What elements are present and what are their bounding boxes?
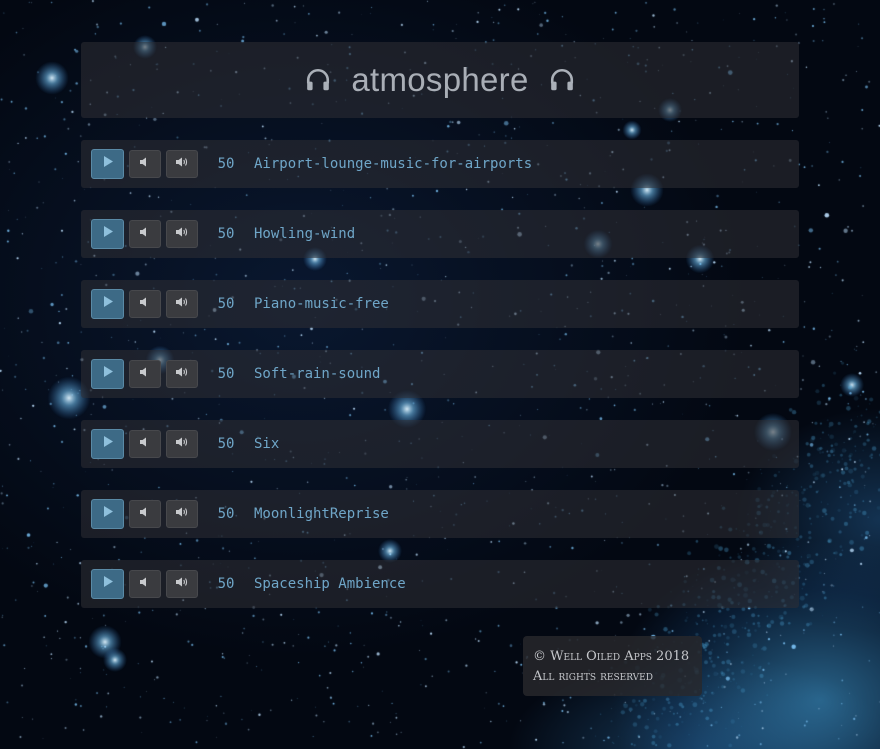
track-row: 50 Howling-wind <box>81 210 799 258</box>
volume-down-button[interactable] <box>129 430 161 458</box>
volume-up-button[interactable] <box>166 500 198 528</box>
volume-up-button[interactable] <box>166 220 198 248</box>
volume-up-button[interactable] <box>166 150 198 178</box>
volume-up-button[interactable] <box>166 430 198 458</box>
volume-value: 50 <box>217 156 235 172</box>
play-button[interactable] <box>91 499 124 529</box>
play-icon <box>102 575 114 593</box>
volume-up-icon <box>175 505 189 523</box>
volume-up-icon <box>175 575 189 593</box>
play-button[interactable] <box>91 429 124 459</box>
volume-down-icon <box>139 435 151 453</box>
track-row: 50 Six <box>81 420 799 468</box>
volume-down-button[interactable] <box>129 570 161 598</box>
volume-down-button[interactable] <box>129 500 161 528</box>
volume-down-button[interactable] <box>129 220 161 248</box>
copyright-text: © Well Oiled Apps 2018 <box>533 649 690 664</box>
track-row: 50 Piano-music-free <box>81 280 799 328</box>
volume-down-icon <box>139 575 151 593</box>
track-name: Howling-wind <box>254 226 356 242</box>
track-row: 50 MoonlightReprise <box>81 490 799 538</box>
track-name: Piano-music-free <box>254 296 389 312</box>
play-icon <box>102 295 114 313</box>
play-icon <box>102 225 114 243</box>
volume-up-icon <box>175 155 189 173</box>
play-icon <box>102 155 114 173</box>
play-button[interactable] <box>91 149 124 179</box>
volume-down-button[interactable] <box>129 150 161 178</box>
track-name: Six <box>254 436 280 452</box>
track-row: 50 Soft-rain-sound <box>81 350 799 398</box>
track-name: MoonlightReprise <box>254 506 389 522</box>
volume-down-icon <box>139 155 151 173</box>
volume-up-icon <box>175 295 189 313</box>
volume-down-icon <box>139 505 151 523</box>
track-name: Airport-lounge-music-for-airports <box>254 156 533 172</box>
volume-value: 50 <box>217 296 235 312</box>
volume-value: 50 <box>217 226 235 242</box>
track-row: 50 Spaceship Ambience <box>81 560 799 608</box>
volume-up-icon <box>175 365 189 383</box>
volume-down-icon <box>139 295 151 313</box>
play-button[interactable] <box>91 359 124 389</box>
volume-up-icon <box>175 435 189 453</box>
play-icon <box>102 365 114 383</box>
play-icon <box>102 505 114 523</box>
volume-up-button[interactable] <box>166 290 198 318</box>
track-row: 50 Airport-lounge-music-for-airports <box>81 140 799 188</box>
play-button[interactable] <box>91 569 124 599</box>
app-title: atmosphere <box>351 61 529 98</box>
headphones-icon <box>305 67 331 93</box>
app-header: atmosphere <box>81 42 799 118</box>
volume-down-button[interactable] <box>129 360 161 388</box>
play-button[interactable] <box>91 219 124 249</box>
volume-value: 50 <box>217 436 235 452</box>
volume-value: 50 <box>217 506 235 522</box>
headphones-icon <box>549 67 575 93</box>
volume-value: 50 <box>217 366 235 382</box>
volume-up-button[interactable] <box>166 360 198 388</box>
track-name: Soft-rain-sound <box>254 366 381 382</box>
volume-up-button[interactable] <box>166 570 198 598</box>
rights-text: All rights reserved <box>533 669 653 684</box>
track-name: Spaceship Ambience <box>254 576 406 592</box>
volume-value: 50 <box>217 576 235 592</box>
copyright-footer: © Well Oiled Apps 2018 All rights reserv… <box>523 636 702 696</box>
volume-up-icon <box>175 225 189 243</box>
volume-down-button[interactable] <box>129 290 161 318</box>
play-icon <box>102 435 114 453</box>
volume-down-icon <box>139 365 151 383</box>
play-button[interactable] <box>91 289 124 319</box>
volume-down-icon <box>139 225 151 243</box>
